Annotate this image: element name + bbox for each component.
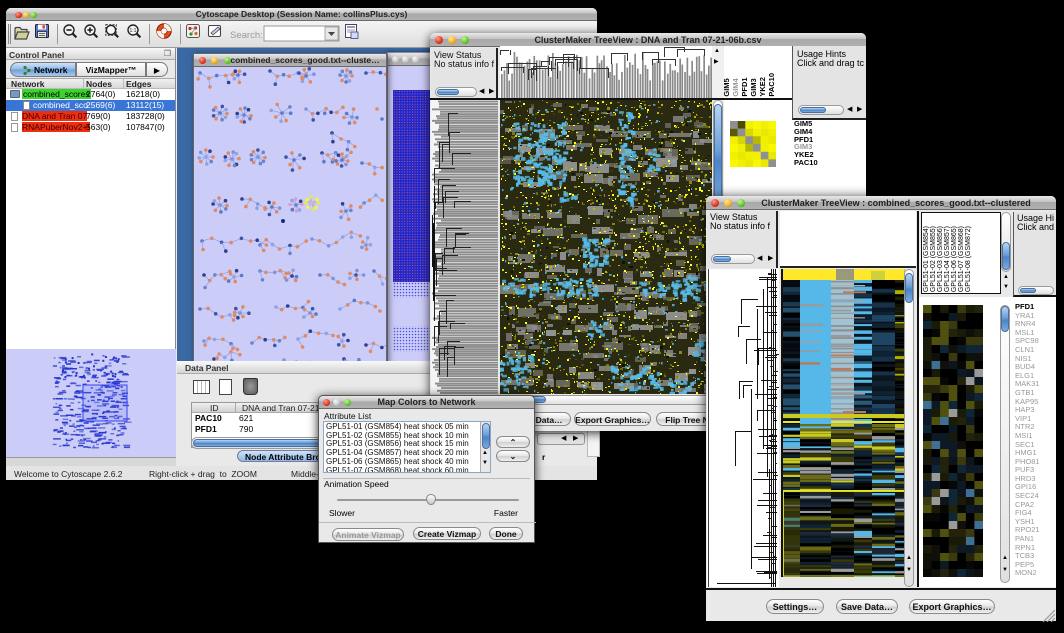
svg-text:1:1: 1:1	[130, 28, 137, 34]
svg-text:Search:: Search:	[230, 30, 263, 41]
